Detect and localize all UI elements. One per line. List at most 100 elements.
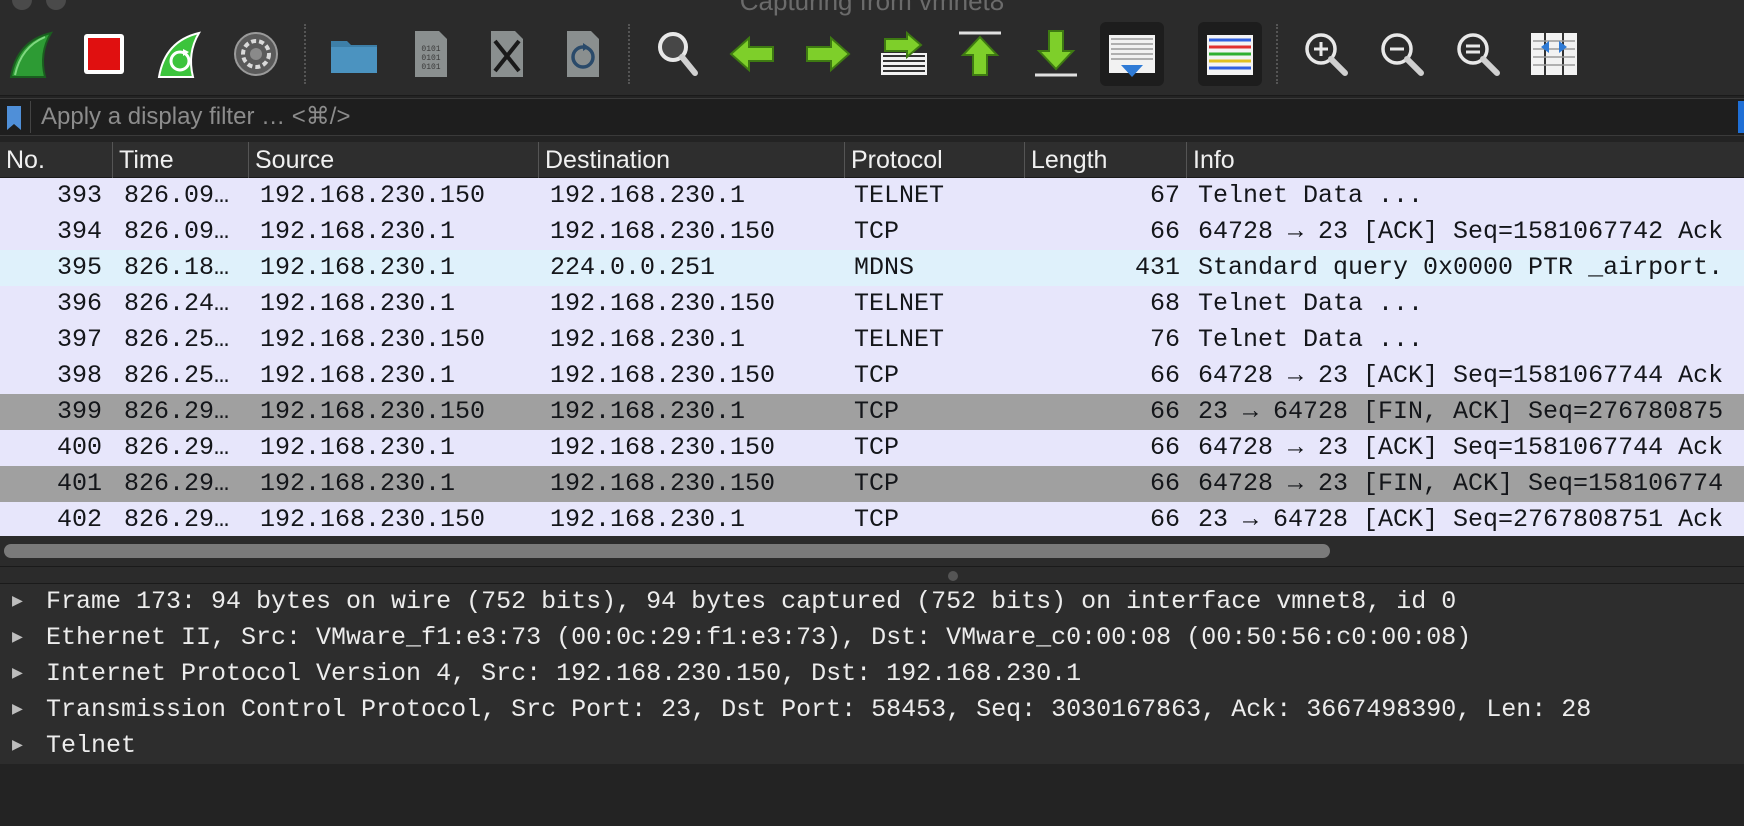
packet-row[interactable]: 399 826.29… 192.168.230.150 192.168.230.… bbox=[0, 394, 1744, 430]
last-packet-button[interactable] bbox=[1024, 22, 1088, 86]
packet-row[interactable]: 396 826.24… 192.168.230.1 192.168.230.15… bbox=[0, 286, 1744, 322]
display-filter-input[interactable] bbox=[30, 101, 1738, 133]
packet-details-pane: ▶ Frame 173: 94 bytes on wire (752 bits)… bbox=[0, 584, 1744, 826]
expand-triangle-icon[interactable]: ▶ bbox=[12, 728, 30, 764]
packet-time: 826.18… bbox=[124, 253, 230, 282]
arrow-left-icon bbox=[729, 35, 774, 73]
column-header-no[interactable]: No. bbox=[0, 142, 112, 178]
packet-no: 400 bbox=[56, 433, 102, 462]
expand-triangle-icon[interactable]: ▶ bbox=[12, 692, 30, 728]
packet-row[interactable]: 397 826.25… 192.168.230.150 192.168.230.… bbox=[0, 322, 1744, 358]
resize-columns-icon bbox=[1531, 33, 1577, 75]
arrow-down-last-icon bbox=[1035, 30, 1077, 77]
packet-row[interactable]: 395 826.18… 192.168.230.1 224.0.0.251 MD… bbox=[0, 250, 1744, 286]
expand-triangle-icon[interactable]: ▶ bbox=[12, 584, 30, 620]
find-packet-button[interactable] bbox=[646, 22, 710, 86]
arrow-right-icon bbox=[806, 35, 851, 73]
packet-time: 826.29… bbox=[124, 397, 230, 426]
capture-options-button[interactable] bbox=[224, 22, 288, 86]
toolbar-separator bbox=[628, 24, 630, 84]
packet-destination: 192.168.230.1 bbox=[550, 181, 746, 210]
packet-destination: 192.168.230.150 bbox=[550, 217, 776, 246]
packet-protocol: TELNET bbox=[854, 325, 945, 354]
packet-list-horizontal-scrollbar[interactable] bbox=[0, 536, 1744, 566]
packet-time: 826.09… bbox=[124, 217, 230, 246]
packet-row[interactable]: 393 826.09… 192.168.230.150 192.168.230.… bbox=[0, 178, 1744, 214]
packet-time: 826.29… bbox=[124, 433, 230, 462]
packet-destination: 192.168.230.1 bbox=[550, 505, 746, 534]
splitter-handle-icon[interactable] bbox=[948, 571, 958, 581]
reload-file-button[interactable] bbox=[550, 22, 614, 86]
packet-row[interactable]: 398 826.25… 192.168.230.1 192.168.230.15… bbox=[0, 358, 1744, 394]
packet-info: 64728 → 23 [ACK] Seq=1581067742 Ack bbox=[1198, 217, 1724, 246]
packet-source: 192.168.230.1 bbox=[260, 469, 456, 498]
colorize-button[interactable] bbox=[1198, 22, 1262, 86]
go-back-button[interactable] bbox=[720, 22, 784, 86]
packet-row[interactable]: 400 826.29… 192.168.230.1 192.168.230.15… bbox=[0, 430, 1744, 466]
packet-protocol: TELNET bbox=[854, 289, 945, 318]
packet-destination: 192.168.230.150 bbox=[550, 469, 776, 498]
detail-item-label: Telnet bbox=[46, 731, 137, 760]
packet-destination: 192.168.230.150 bbox=[550, 361, 776, 390]
packet-row[interactable]: 402 826.29… 192.168.230.150 192.168.230.… bbox=[0, 502, 1744, 536]
expand-triangle-icon[interactable]: ▶ bbox=[12, 620, 30, 656]
packet-length: 66 bbox=[1149, 361, 1180, 390]
arrow-up-first-icon bbox=[959, 31, 1001, 76]
packet-protocol: TCP bbox=[854, 397, 900, 426]
apply-filter-button[interactable] bbox=[1738, 101, 1744, 133]
packet-time: 826.25… bbox=[124, 325, 230, 354]
packet-list-header: No. Time Source Destination Protocol Len… bbox=[0, 142, 1744, 178]
detail-item-label: Frame 173: 94 bytes on wire (752 bits), … bbox=[46, 587, 1457, 616]
save-file-button[interactable]: 0101 0101 0101 bbox=[398, 22, 462, 86]
packet-source: 192.168.230.1 bbox=[260, 289, 456, 318]
column-header-info[interactable]: Info bbox=[1186, 142, 1744, 178]
scrollbar-thumb[interactable] bbox=[4, 544, 1330, 558]
detail-tree-item[interactable]: ▶ Transmission Control Protocol, Src Por… bbox=[0, 692, 1744, 728]
detail-tree-item[interactable]: ▶ Telnet bbox=[0, 728, 1744, 764]
detail-tree-item[interactable]: ▶ Ethernet II, Src: VMware_f1:e3:73 (00:… bbox=[0, 620, 1744, 656]
packet-source: 192.168.230.1 bbox=[260, 217, 456, 246]
zoom-normal-button[interactable] bbox=[1446, 22, 1510, 86]
pane-splitter[interactable] bbox=[0, 566, 1744, 584]
packet-time: 826.24… bbox=[124, 289, 230, 318]
first-packet-button[interactable] bbox=[948, 22, 1012, 86]
go-to-packet-button[interactable] bbox=[872, 22, 936, 86]
packet-info: Telnet Data ... bbox=[1198, 325, 1424, 354]
packet-no: 398 bbox=[56, 361, 102, 390]
column-header-protocol[interactable]: Protocol bbox=[844, 142, 1024, 178]
packet-destination: 192.168.230.150 bbox=[550, 433, 776, 462]
packet-info: Telnet Data ... bbox=[1198, 289, 1424, 318]
open-file-button[interactable] bbox=[322, 22, 386, 86]
column-header-length[interactable]: Length bbox=[1024, 142, 1186, 178]
autoscroll-button[interactable] bbox=[1100, 22, 1164, 86]
resize-columns-button[interactable] bbox=[1522, 22, 1586, 86]
packet-length: 66 bbox=[1149, 397, 1180, 426]
packet-row[interactable]: 401 826.29… 192.168.230.1 192.168.230.15… bbox=[0, 466, 1744, 502]
column-header-source[interactable]: Source bbox=[248, 142, 538, 178]
detail-item-label: Transmission Control Protocol, Src Port:… bbox=[46, 695, 1592, 724]
start-capture-button[interactable] bbox=[0, 22, 64, 86]
close-file-button[interactable] bbox=[474, 22, 538, 86]
stop-capture-button[interactable] bbox=[72, 22, 136, 86]
column-header-time[interactable]: Time bbox=[112, 142, 248, 178]
packet-row[interactable]: 394 826.09… 192.168.230.1 192.168.230.15… bbox=[0, 214, 1744, 250]
packet-protocol: TCP bbox=[854, 505, 900, 534]
zoom-in-button[interactable] bbox=[1294, 22, 1358, 86]
bookmark-icon[interactable] bbox=[6, 105, 22, 131]
packet-length: 66 bbox=[1149, 217, 1180, 246]
reload-file-icon bbox=[567, 31, 599, 77]
toolbar-separator bbox=[304, 24, 306, 84]
expand-triangle-icon[interactable]: ▶ bbox=[12, 656, 30, 692]
packet-source: 192.168.230.150 bbox=[260, 325, 486, 354]
restart-capture-button[interactable] bbox=[148, 22, 212, 86]
close-file-icon bbox=[491, 31, 523, 77]
packet-source: 192.168.230.150 bbox=[260, 505, 486, 534]
svg-text:0101: 0101 bbox=[421, 45, 440, 54]
detail-tree-item[interactable]: ▶ Frame 173: 94 bytes on wire (752 bits)… bbox=[0, 584, 1744, 620]
go-forward-button[interactable] bbox=[796, 22, 860, 86]
packet-protocol: TCP bbox=[854, 469, 900, 498]
zoom-out-button[interactable] bbox=[1370, 22, 1434, 86]
column-header-destination[interactable]: Destination bbox=[538, 142, 844, 178]
packet-info: 64728 → 23 [ACK] Seq=1581067744 Ack bbox=[1198, 433, 1724, 462]
detail-tree-item[interactable]: ▶ Internet Protocol Version 4, Src: 192.… bbox=[0, 656, 1744, 692]
